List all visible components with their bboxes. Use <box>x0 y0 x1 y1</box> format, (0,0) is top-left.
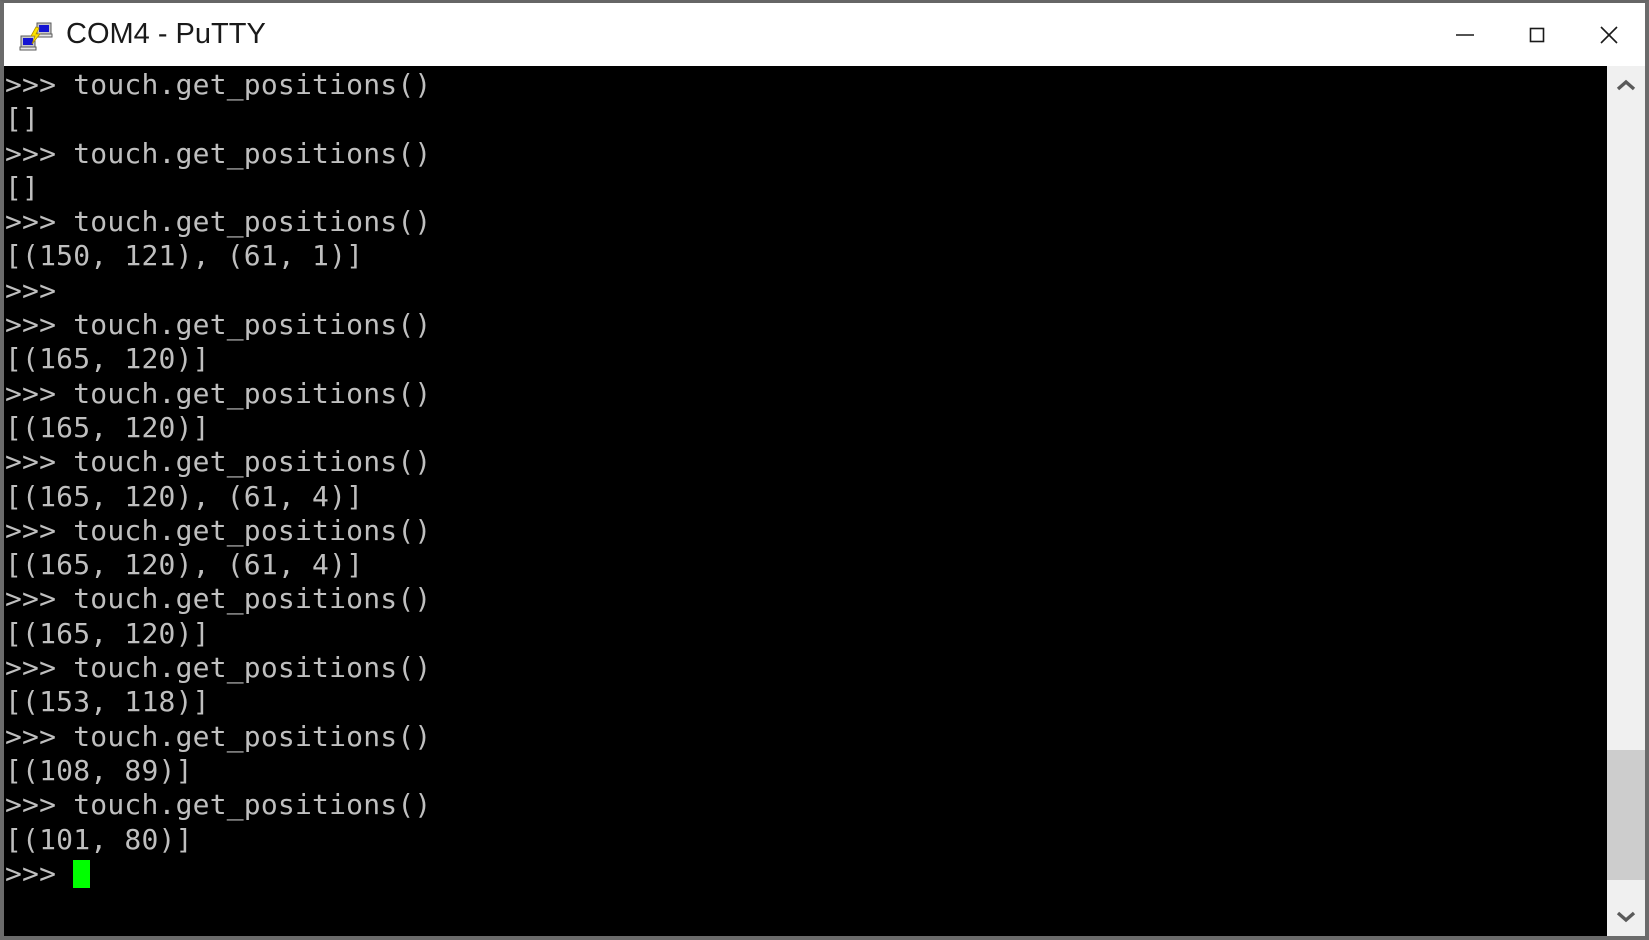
close-button[interactable] <box>1573 3 1645 66</box>
maximize-icon <box>1529 27 1545 42</box>
terminal-output: >>> touch.get_positions()[] >>> touch.get… <box>4 66 1607 891</box>
terminal-area: >>> touch.get_positions()[] >>> touch.get… <box>4 66 1645 936</box>
terminal-line: [(101, 80)] <box>5 822 193 856</box>
terminal-line: [(108, 89)] <box>5 753 193 787</box>
chevron-up-icon <box>1616 79 1636 91</box>
terminal-line: [(165, 120)] <box>5 342 210 376</box>
terminal-line: >>> touch.get_positions() <box>5 582 432 616</box>
terminal-line: [(165, 120), (61, 4)] <box>5 479 364 513</box>
terminal-line: [(165, 120)] <box>5 410 210 444</box>
chevron-down-icon <box>1616 911 1636 923</box>
vertical-scrollbar[interactable] <box>1607 66 1645 936</box>
close-icon <box>1600 25 1618 44</box>
terminal-line: >>> touch.get_positions() <box>5 719 432 753</box>
scroll-up-button[interactable] <box>1607 66 1645 106</box>
putty-network-icon <box>19 19 53 53</box>
terminal-line: >>> touch.get_positions() <box>5 308 432 342</box>
scroll-down-button[interactable] <box>1607 896 1645 936</box>
terminal-line: >>> touch.get_positions() <box>5 651 432 685</box>
terminal-line: [(150, 121), (61, 1)] <box>5 239 364 273</box>
terminal-line: >>> touch.get_positions() <box>5 68 432 101</box>
minimize-icon <box>1456 33 1474 36</box>
terminal-line: [(165, 120), (61, 4)] <box>5 548 364 582</box>
terminal-line: [] <box>5 170 40 204</box>
terminal-screen[interactable]: >>> touch.get_positions()[] >>> touch.get… <box>4 66 1607 936</box>
putty-window: COM4 - PuTTY >>> touch.get_positions() [… <box>0 0 1649 940</box>
terminal-line: [(165, 120)] <box>5 616 210 650</box>
minimize-button[interactable] <box>1429 3 1501 66</box>
terminal-cursor <box>73 859 91 888</box>
terminal-line: [(153, 118)] <box>5 685 210 719</box>
terminal-line: >>> touch.get_positions() <box>5 376 432 410</box>
terminal-line: >>> touch.get_positions() <box>5 136 432 170</box>
terminal-line: >>> touch.get_positions() <box>5 205 432 239</box>
terminal-prompt-line: >>> <box>5 857 1607 891</box>
scrollbar-thumb[interactable] <box>1607 749 1645 881</box>
window-title: COM4 - PuTTY <box>66 18 266 50</box>
terminal-line: >>> touch.get_positions() <box>5 788 432 822</box>
maximize-button[interactable] <box>1501 3 1573 66</box>
terminal-line: >>> touch.get_positions() <box>5 445 432 479</box>
terminal-line: >>> touch.get_positions() <box>5 513 432 547</box>
terminal-prompt: >>> <box>5 856 74 890</box>
title-bar[interactable]: COM4 - PuTTY <box>4 3 1645 66</box>
terminal-line: [] <box>5 102 40 136</box>
terminal-line: >>> <box>5 273 57 307</box>
scrollbar-track[interactable] <box>1607 106 1645 896</box>
window-controls <box>1429 3 1645 66</box>
